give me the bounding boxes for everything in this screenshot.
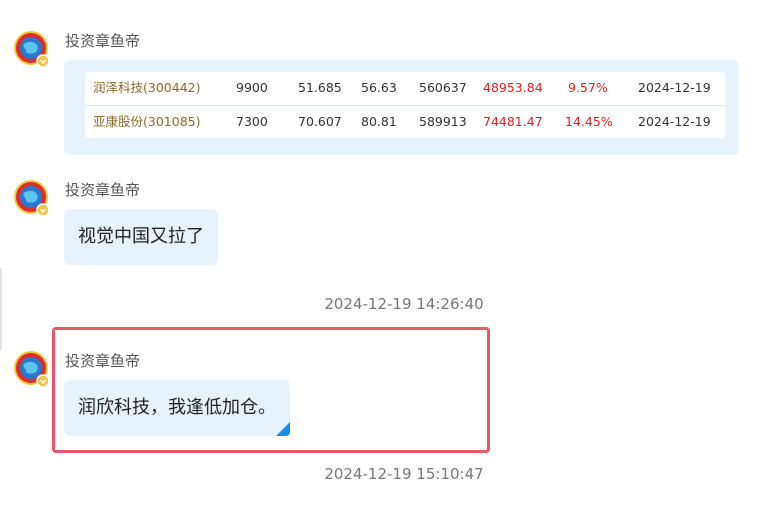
profit-percent: 9.57% <box>568 80 608 95</box>
date: 2024-12-19 <box>638 80 711 95</box>
highlight-box <box>52 327 490 453</box>
globe-avatar-icon <box>14 180 50 217</box>
avatar[interactable] <box>13 350 51 388</box>
holdings-card: 润泽科技(300442) 9900 51.685 56.63 560637 48… <box>64 60 739 155</box>
cost-price: 51.685 <box>298 80 342 95</box>
avatar[interactable] <box>13 179 51 217</box>
table-row: 润泽科技(300442) 9900 51.685 56.63 560637 48… <box>85 72 725 104</box>
profit-percent: 14.45% <box>565 114 613 129</box>
username: 投资章鱼帝 <box>65 32 141 50</box>
date: 2024-12-19 <box>638 114 711 129</box>
quantity: 7300 <box>236 114 268 129</box>
message-bubble[interactable]: 视觉中国又拉了 <box>64 209 218 265</box>
quantity: 9900 <box>236 80 268 95</box>
current-price: 56.63 <box>361 80 397 95</box>
timestamp: 2024-12-19 14:26:40 <box>324 295 484 313</box>
profit: 48953.84 <box>483 80 543 95</box>
holdings-table: 润泽科技(300442) 9900 51.685 56.63 560637 48… <box>85 72 725 138</box>
table-row: 亚康股份(301085) 7300 70.607 80.81 589913 74… <box>85 105 725 138</box>
avatar[interactable] <box>13 30 51 68</box>
market-value: 560637 <box>419 80 467 95</box>
market-value: 589913 <box>419 114 467 129</box>
timestamp: 2024-12-19 15:10:47 <box>324 465 484 483</box>
stock-name[interactable]: 润泽科技(300442) <box>93 72 200 104</box>
globe-avatar-icon <box>14 351 50 388</box>
profit: 74481.47 <box>483 114 543 129</box>
stock-name[interactable]: 亚康股份(301085) <box>93 106 200 138</box>
cost-price: 70.607 <box>298 114 342 129</box>
username: 投资章鱼帝 <box>65 181 141 199</box>
current-price: 80.81 <box>361 114 397 129</box>
globe-avatar-icon <box>14 31 50 68</box>
